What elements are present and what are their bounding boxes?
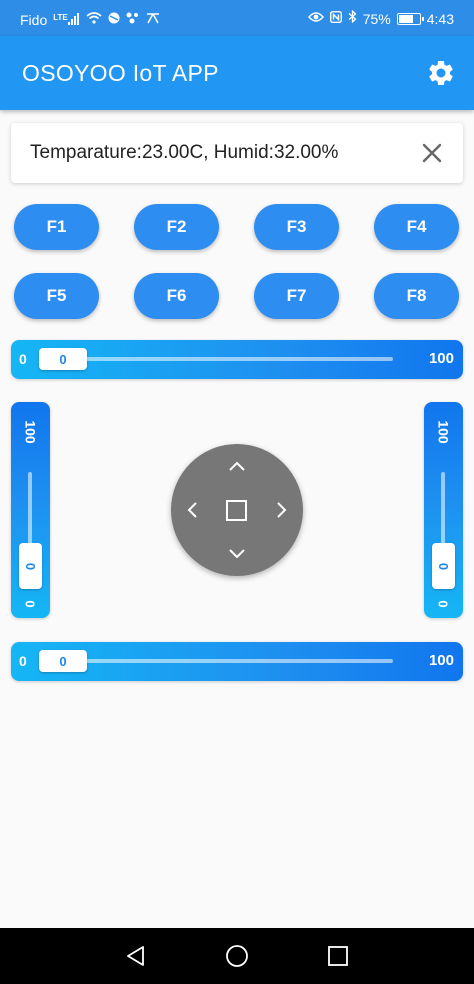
left-vertical-slider[interactable]: 100 0 0 xyxy=(11,402,50,618)
slider-track[interactable] xyxy=(51,659,393,663)
f8-button[interactable]: F8 xyxy=(374,273,459,319)
f2-button[interactable]: F2 xyxy=(134,204,219,250)
slider-max-label: 100 xyxy=(428,350,454,367)
slider-min-label: 0 xyxy=(19,653,27,669)
chevron-right-icon[interactable] xyxy=(273,500,289,520)
slider-value: 0 xyxy=(22,562,38,570)
slider-thumb[interactable]: 0 xyxy=(39,650,87,672)
battery-level-fill xyxy=(398,14,413,23)
f3-button[interactable]: F3 xyxy=(254,204,339,250)
slider-value: 0 xyxy=(59,653,67,669)
status-left: Fido LTE xyxy=(20,10,160,29)
app-bar: OSOYOO IoT APP xyxy=(0,36,474,110)
home-circle-icon[interactable] xyxy=(225,944,249,968)
f7-button[interactable]: F7 xyxy=(254,273,339,319)
network-type-label: LTE xyxy=(53,13,68,22)
eye-icon xyxy=(307,11,324,27)
slider-max-label: 100 xyxy=(428,652,454,669)
slider-min-label: 0 xyxy=(436,600,451,608)
slider-track[interactable] xyxy=(51,357,393,361)
slider-min-label: 0 xyxy=(19,351,27,367)
app-notification-icon xyxy=(108,12,120,28)
app-title: OSOYOO IoT APP xyxy=(22,60,219,86)
sensor-info-card: Temparature:23.00C, Humid:32.00% xyxy=(11,123,463,183)
signal-icon: LTE xyxy=(53,10,80,29)
slider-max-label: 100 xyxy=(22,420,39,444)
chevron-down-icon[interactable] xyxy=(227,546,247,562)
f5-button[interactable]: F5 xyxy=(14,273,99,319)
bottom-horizontal-slider[interactable]: 0 0 100 xyxy=(11,642,463,681)
f1-button[interactable]: F1 xyxy=(14,204,99,250)
f4-button[interactable]: F4 xyxy=(374,204,459,250)
status-bar: Fido LTE 75% 4:43 xyxy=(0,0,474,36)
battery-icon xyxy=(396,12,424,25)
slider-value: 0 xyxy=(435,562,451,570)
clock: 4:43 xyxy=(426,10,454,27)
carrier-label: Fido xyxy=(20,11,48,28)
translate-icon xyxy=(146,12,160,28)
f6-button[interactable]: F6 xyxy=(134,273,219,319)
wifi-icon xyxy=(86,11,102,28)
battery-percent: 75% xyxy=(362,10,391,27)
slider-max-label: 100 xyxy=(435,420,452,444)
slider-min-label: 0 xyxy=(23,600,38,608)
status-right: 75% 4:43 xyxy=(307,9,454,27)
slider-thumb[interactable]: 0 xyxy=(432,543,455,589)
close-icon[interactable] xyxy=(417,138,447,168)
right-vertical-slider[interactable]: 100 0 0 xyxy=(424,402,463,618)
bluetooth-icon xyxy=(348,9,357,27)
system-nav-bar xyxy=(0,928,474,984)
nfc-icon xyxy=(329,10,342,27)
dots-notification-icon xyxy=(126,12,140,28)
chevron-up-icon[interactable] xyxy=(227,458,247,474)
slider-thumb[interactable]: 0 xyxy=(39,348,87,370)
square-stop-icon[interactable] xyxy=(225,499,248,522)
chevron-left-icon[interactable] xyxy=(185,500,201,520)
recents-square-icon[interactable] xyxy=(326,944,350,968)
gear-icon[interactable] xyxy=(426,58,456,88)
slider-thumb[interactable]: 0 xyxy=(19,543,42,589)
slider-value: 0 xyxy=(59,351,67,367)
direction-joystick[interactable] xyxy=(171,444,303,576)
top-horizontal-slider[interactable]: 0 0 100 xyxy=(11,340,463,379)
sensor-readout: Temparature:23.00C, Humid:32.00% xyxy=(30,142,339,163)
back-triangle-icon[interactable] xyxy=(124,944,148,968)
